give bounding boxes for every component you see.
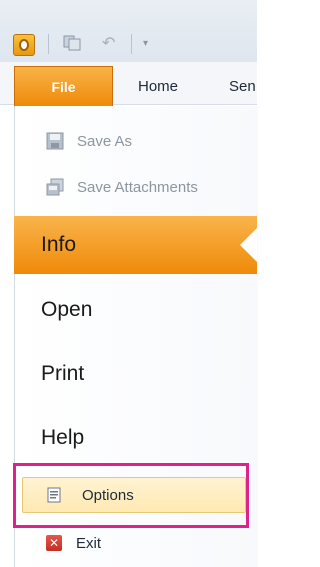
tab-file[interactable]: File — [14, 66, 113, 106]
outlook-app-icon[interactable] — [13, 34, 35, 56]
save-as-label: Save As — [77, 132, 133, 150]
toolbar-separator — [131, 34, 132, 54]
customize-toolbar-icon[interactable]: ▾ — [143, 34, 148, 54]
nav-info-label: Info — [41, 233, 77, 256]
selection-notch — [240, 228, 257, 262]
save-as-command[interactable]: Save As — [46, 129, 132, 153]
nav-print-label: Print — [41, 362, 85, 385]
nav-info[interactable]: Info — [14, 216, 257, 274]
exit-command[interactable]: ✕ Exit — [46, 530, 101, 556]
nav-help[interactable]: Help — [14, 409, 257, 467]
save-attachments-label: Save Attachments — [77, 178, 198, 196]
quick-access-toolbar: ↶ ▾ — [0, 0, 257, 62]
save-attachments-command[interactable]: Save Attachments — [46, 175, 198, 199]
options-icon — [47, 487, 61, 503]
exit-label: Exit — [76, 534, 102, 552]
undo-icon[interactable]: ↶ — [102, 33, 115, 53]
nav-help-label: Help — [41, 426, 85, 449]
tab-send-receive[interactable]: Sen — [229, 78, 256, 95]
nav-open-label: Open — [41, 298, 93, 321]
save-attachments-icon — [46, 178, 64, 196]
save-icon[interactable] — [63, 35, 81, 51]
save-as-icon — [46, 132, 64, 150]
options-label: Options — [82, 486, 134, 504]
toolbar-separator — [48, 34, 49, 54]
exit-icon: ✕ — [46, 535, 62, 551]
tab-home[interactable]: Home — [138, 78, 178, 95]
options-command[interactable]: Options — [22, 477, 246, 513]
nav-open[interactable]: Open — [14, 281, 257, 339]
nav-print[interactable]: Print — [14, 345, 257, 403]
